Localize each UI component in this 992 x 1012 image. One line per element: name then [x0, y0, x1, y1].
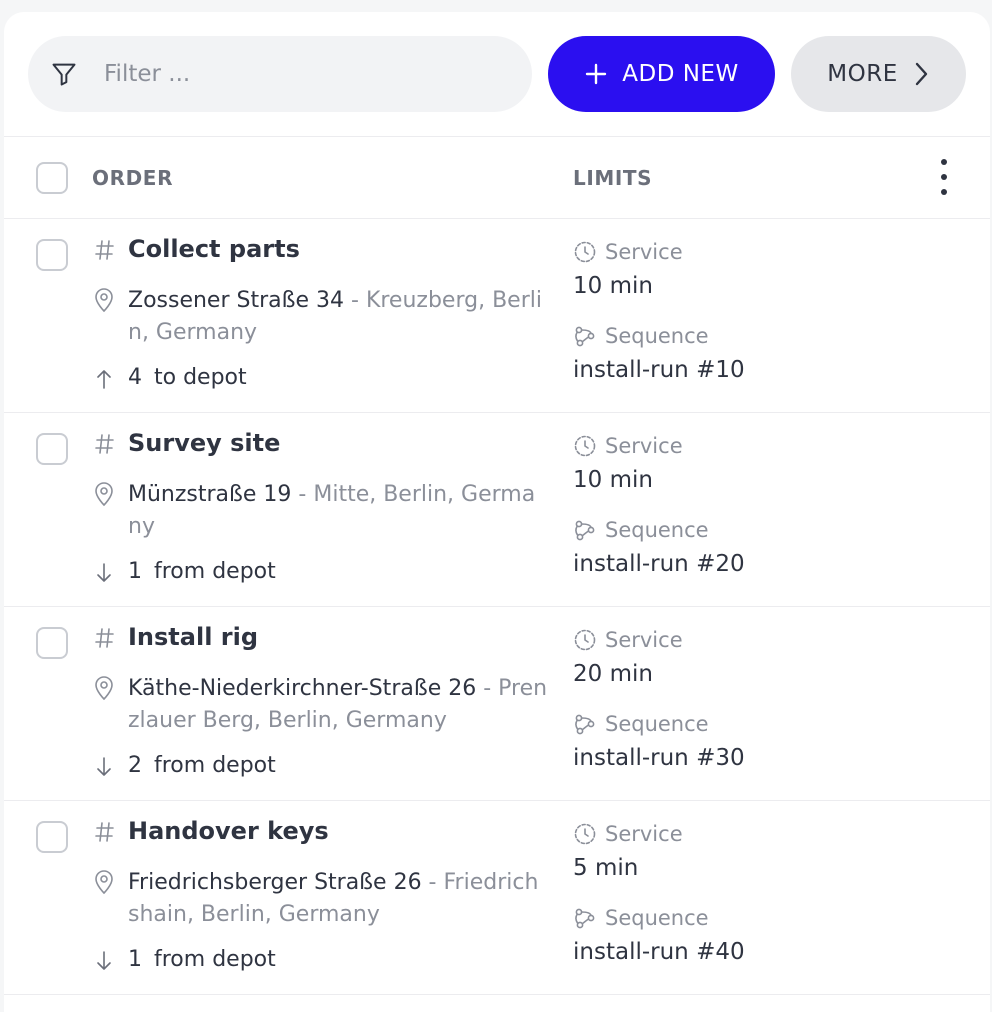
- depot-direction: 1 from depot: [128, 559, 276, 584]
- order-title: Survey site: [128, 429, 281, 457]
- plus-icon: [584, 62, 608, 86]
- location-pin-icon: [93, 869, 115, 895]
- arrow-down-icon: [95, 756, 113, 778]
- depot-direction: 2 from depot: [128, 753, 276, 778]
- chevron-right-icon: [912, 61, 930, 87]
- sequence-value: install-run #30: [573, 745, 745, 771]
- sequence-value: install-run #10: [573, 357, 745, 383]
- arrow-up-icon: [95, 368, 113, 390]
- order-address: Friedrichsberger Straße 26 - Friedrichsh…: [128, 870, 539, 927]
- sequence-route-icon: [573, 906, 597, 930]
- row-checkbox[interactable]: [36, 627, 68, 659]
- sequence-label: Sequence: [605, 906, 709, 930]
- clock-icon: [573, 240, 597, 264]
- orders-panel: ADD NEW MORE ORDER LIMITS Collect parts …: [4, 12, 990, 1012]
- sequence-label: Sequence: [605, 712, 709, 736]
- order-address: Käthe-Niederkirchner-Straße 26 - Prenzla…: [128, 676, 548, 733]
- filter-icon: [50, 60, 78, 88]
- arrow-down-icon: [95, 950, 113, 972]
- more-label: MORE: [827, 61, 898, 87]
- table-row[interactable]: Install rig Käthe-Niederkirchner-Straße …: [4, 607, 990, 801]
- service-value: 20 min: [573, 661, 653, 687]
- table-row[interactable]: Handover keys Friedrichsberger Straße 26…: [4, 801, 990, 995]
- clock-icon: [573, 434, 597, 458]
- table-row[interactable]: Survey site Münzstraße 19 - Mitte, Berli…: [4, 413, 990, 607]
- location-pin-icon: [93, 287, 115, 313]
- filter-input[interactable]: [102, 60, 486, 88]
- order-title: Install rig: [128, 623, 259, 651]
- service-label: Service: [605, 434, 683, 458]
- table-row[interactable]: Collect parts Zossener Straße 34 - Kreuz…: [4, 219, 990, 413]
- filter-field[interactable]: [28, 36, 532, 112]
- service-value: 5 min: [573, 855, 639, 881]
- order-address: Münzstraße 19 - Mitte, Berlin, Germany: [128, 482, 536, 539]
- service-label: Service: [605, 628, 683, 652]
- select-all-checkbox[interactable]: [36, 162, 68, 194]
- more-button[interactable]: MORE: [791, 36, 966, 112]
- location-pin-icon: [93, 481, 115, 507]
- sequence-route-icon: [573, 518, 597, 542]
- order-address: Zossener Straße 34 - Kreuzberg, Berlin, …: [128, 288, 542, 345]
- service-value: 10 min: [573, 273, 653, 299]
- column-header-order[interactable]: ORDER: [92, 166, 173, 190]
- sequence-label: Sequence: [605, 324, 709, 348]
- order-title: Handover keys: [128, 817, 329, 845]
- depot-direction: 4 to depot: [128, 365, 247, 390]
- row-checkbox[interactable]: [36, 821, 68, 853]
- more-options-icon[interactable]: [934, 159, 954, 195]
- clock-icon: [573, 628, 597, 652]
- sequence-value: install-run #20: [573, 551, 745, 577]
- sequence-label: Sequence: [605, 518, 709, 542]
- hash-icon: [95, 821, 115, 843]
- depot-direction: 1 from depot: [128, 947, 276, 972]
- add-new-label: ADD NEW: [622, 61, 739, 87]
- row-checkbox[interactable]: [36, 239, 68, 271]
- sequence-route-icon: [573, 324, 597, 348]
- add-new-button[interactable]: ADD NEW: [548, 36, 775, 112]
- service-value: 10 min: [573, 467, 653, 493]
- clock-icon: [573, 822, 597, 846]
- hash-icon: [95, 239, 115, 261]
- toolbar: ADD NEW MORE: [4, 12, 990, 137]
- row-checkbox[interactable]: [36, 433, 68, 465]
- hash-icon: [95, 627, 115, 649]
- sequence-route-icon: [573, 712, 597, 736]
- sequence-value: install-run #40: [573, 939, 745, 965]
- arrow-down-icon: [95, 562, 113, 584]
- order-title: Collect parts: [128, 235, 300, 263]
- table-header: ORDER LIMITS: [4, 137, 990, 219]
- column-header-limits[interactable]: LIMITS: [573, 166, 652, 190]
- service-label: Service: [605, 240, 683, 264]
- location-pin-icon: [93, 675, 115, 701]
- service-label: Service: [605, 822, 683, 846]
- hash-icon: [95, 433, 115, 455]
